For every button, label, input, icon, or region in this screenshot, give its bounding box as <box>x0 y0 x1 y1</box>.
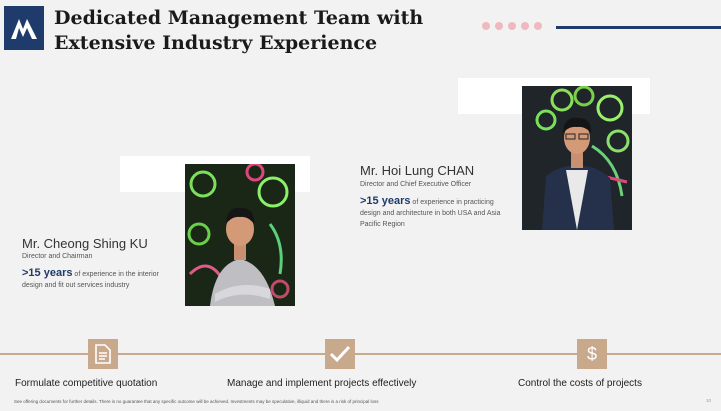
person-name: Mr. Hoi Lung CHAN <box>360 163 475 178</box>
experience-years: >15 years <box>360 195 411 207</box>
person-experience: >15 years of experience in the interior … <box>22 268 174 291</box>
decorative-dots <box>482 22 542 30</box>
photo-hoi-lung-chan <box>522 86 632 230</box>
document-icon <box>88 339 118 369</box>
slide-title-line-1: Dedicated Management Team with <box>54 7 424 29</box>
page-number: 10 <box>705 398 711 403</box>
timeline-label: Manage and implement projects effectivel… <box>227 378 417 389</box>
person-role: Director and Chairman <box>22 253 93 260</box>
slide-title: Dedicated Management Team with Extensive… <box>54 6 474 56</box>
dollar-icon: $ <box>577 339 607 369</box>
timeline-label: Control the costs of projects <box>518 378 642 389</box>
timeline-label: Formulate competitive quotation <box>15 378 158 389</box>
person-name: Mr. Cheong Shing KU <box>22 236 148 251</box>
company-logo <box>4 6 44 50</box>
svg-text:$: $ <box>587 344 597 364</box>
header-divider <box>556 26 721 29</box>
photo-cheong-shing-ku <box>185 164 295 306</box>
disclaimer-text: See offering documents for further detai… <box>14 399 379 404</box>
experience-years: >15 years <box>22 267 73 279</box>
checkmark-icon <box>325 339 355 369</box>
slide-title-line-2: Extensive Industry Experience <box>54 32 378 54</box>
person-role: Director and Chief Executive Officer <box>360 181 472 188</box>
person-experience: >15 years of experience in practicing de… <box>360 196 510 230</box>
